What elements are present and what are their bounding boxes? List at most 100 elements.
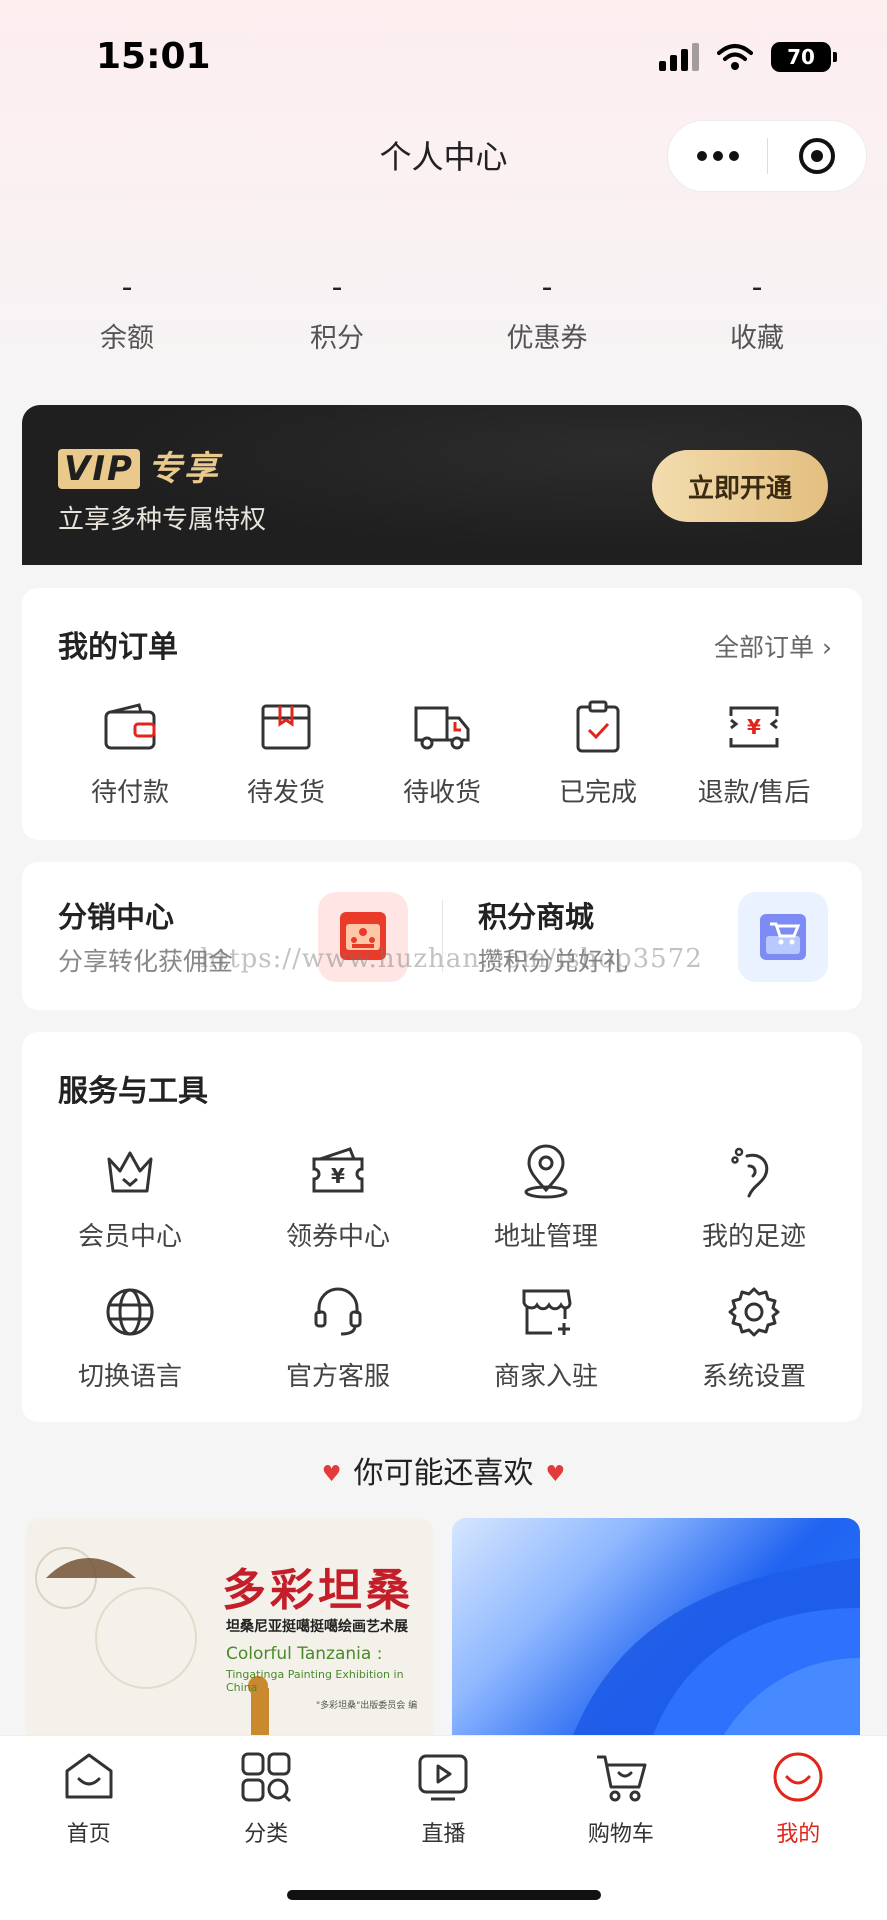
tools-card: 服务与工具 会员中心 ¥ 领券中心 地址管理 我的足迹 切换语言 官方客服 商家…: [22, 1032, 862, 1422]
status-bar: 15:01 70: [0, 0, 887, 110]
mini-program-capsule: [667, 120, 867, 192]
headset-icon: [234, 1282, 442, 1342]
tool-label: 地址管理: [493, 1222, 598, 1252]
points-mall-title: 积分商城: [478, 900, 595, 934]
signal-icon: [659, 43, 699, 71]
tab-mine[interactable]: 我的: [710, 1736, 887, 1848]
tab-label: 直播: [421, 1822, 466, 1847]
stat-label: 收藏: [730, 323, 784, 354]
wallet-icon: [52, 698, 208, 756]
tool-label: 商家入驻: [493, 1362, 598, 1392]
tool-label: 我的足迹: [701, 1222, 806, 1252]
tab-category[interactable]: 分类: [177, 1736, 354, 1848]
order-label: 待收货: [402, 778, 481, 808]
home-icon: [0, 1746, 177, 1808]
stat-value: -: [331, 270, 343, 305]
account-stats: - 余额 - 积分 - 优惠券 - 收藏: [0, 270, 887, 355]
product-en-title: Colorful Tanzania :: [226, 1644, 383, 1664]
all-orders-link[interactable]: 全部订单 ›: [714, 628, 832, 664]
tab-home[interactable]: 首页: [0, 1736, 177, 1848]
user-smile-icon: [710, 1746, 887, 1808]
product-subtitle: 坦桑尼亚挺噶挺噶绘画艺术展: [226, 1619, 408, 1635]
watermark: https://www.huzhan.com/ishop3572: [200, 944, 703, 974]
tool-address[interactable]: 地址管理: [442, 1142, 650, 1282]
orders-card: 我的订单 全部订单 › 待付款 待发货 待收货 已完成 ¥ 退款/售后: [22, 588, 862, 840]
cart-icon: [532, 1746, 709, 1808]
distribution-title: 分销中心: [58, 900, 175, 934]
wifi-icon: [717, 44, 753, 70]
tools-title: 服务与工具: [58, 1074, 208, 1109]
order-status-row: 待付款 待发货 待收货 已完成 ¥ 退款/售后: [22, 698, 862, 809]
tool-member-center[interactable]: 会员中心: [26, 1142, 234, 1282]
close-miniprogram-icon[interactable]: [768, 138, 866, 174]
coupon-icon: ¥: [234, 1142, 442, 1202]
recommend-title: 你可能还喜欢: [353, 1456, 534, 1491]
product-en-subtitle: Tingatinga Painting Exhibition in China: [226, 1668, 404, 1694]
product-card[interactable]: 多彩坦桑 坦桑尼亚挺噶挺噶绘画艺术展 Colorful Tanzania : T…: [26, 1518, 434, 1738]
vip-banner[interactable]: VIP 专享 立享多种专属特权 立即开通: [22, 405, 862, 565]
tab-live[interactable]: 直播: [355, 1736, 532, 1848]
order-pending-payment[interactable]: 待付款: [52, 698, 208, 809]
tool-customer-service[interactable]: 官方客服: [234, 1282, 442, 1422]
stat-favorites[interactable]: - 收藏: [652, 270, 862, 355]
stat-value: -: [751, 270, 763, 305]
shopping-cart-mall-icon: [738, 892, 828, 982]
status-icons: 70: [659, 42, 837, 72]
tool-merchant-join[interactable]: 商家入驻: [442, 1282, 650, 1422]
vip-open-button[interactable]: 立即开通: [652, 450, 828, 522]
points-mall[interactable]: 积分商城 攒积分兑好礼: [442, 862, 862, 1010]
vip-title-text: 专享: [147, 449, 220, 489]
product-publisher: "多彩坦桑"出版委员会 编: [316, 1701, 418, 1711]
tab-label: 分类: [244, 1822, 289, 1847]
refund-icon: ¥: [676, 698, 832, 756]
tab-cart[interactable]: 购物车: [532, 1736, 709, 1848]
heart-icon: ♥: [545, 1462, 566, 1487]
product-card[interactable]: [452, 1518, 860, 1738]
footprint-icon: [650, 1142, 858, 1202]
globe-icon: [26, 1282, 234, 1342]
tool-label: 官方客服: [285, 1362, 390, 1392]
home-indicator[interactable]: [287, 1890, 601, 1900]
truck-icon: [364, 698, 520, 756]
location-pin-icon: [442, 1142, 650, 1202]
order-refund[interactable]: ¥ 退款/售后: [676, 698, 832, 809]
stat-label: 积分: [310, 323, 364, 354]
tool-label: 会员中心: [77, 1222, 182, 1252]
order-label: 已完成: [558, 778, 637, 808]
order-label: 退款/售后: [697, 778, 811, 808]
order-label: 待发货: [246, 778, 325, 808]
stat-coupons[interactable]: - 优惠券: [442, 270, 652, 355]
tab-label: 我的: [776, 1822, 821, 1847]
grid-icon: [177, 1746, 354, 1808]
stat-label: 优惠券: [506, 323, 588, 354]
tool-language[interactable]: 切换语言: [26, 1282, 234, 1422]
tool-settings[interactable]: 系统设置: [650, 1282, 858, 1422]
stat-value: -: [121, 270, 133, 305]
tool-coupon-center[interactable]: ¥ 领券中心: [234, 1142, 442, 1282]
svg-text:¥: ¥: [747, 715, 761, 739]
order-completed[interactable]: 已完成: [520, 698, 676, 809]
more-options-icon[interactable]: [668, 151, 767, 161]
vip-badge: VIP: [58, 449, 140, 489]
tool-label: 领券中心: [285, 1222, 390, 1252]
order-pending-shipment[interactable]: 待发货: [208, 698, 364, 809]
video-play-icon: [355, 1746, 532, 1808]
tools-grid: 会员中心 ¥ 领券中心 地址管理 我的足迹 切换语言 官方客服 商家入驻 系统设…: [22, 1142, 862, 1422]
distribution-center[interactable]: 分销中心 分享转化获佣金: [22, 862, 442, 1010]
vip-title: VIP 专享: [58, 441, 220, 490]
gear-icon: [650, 1282, 858, 1342]
tool-footprint[interactable]: 我的足迹: [650, 1142, 858, 1282]
orders-title: 我的订单: [58, 630, 178, 665]
tool-label: 系统设置: [701, 1362, 806, 1392]
product-title: 多彩坦桑: [222, 1565, 414, 1616]
order-label: 待付款: [90, 778, 169, 808]
vip-subtitle: 立享多种专属特权: [58, 505, 267, 535]
stat-balance[interactable]: - 余额: [22, 270, 232, 355]
product-image-art: [572, 1558, 860, 1738]
tab-label: 购物车: [587, 1822, 654, 1847]
stat-label: 余额: [100, 323, 154, 354]
heart-icon: ♥: [321, 1462, 342, 1487]
stat-value: -: [541, 270, 553, 305]
order-pending-receipt[interactable]: 待收货: [364, 698, 520, 809]
stat-points[interactable]: - 积分: [232, 270, 442, 355]
